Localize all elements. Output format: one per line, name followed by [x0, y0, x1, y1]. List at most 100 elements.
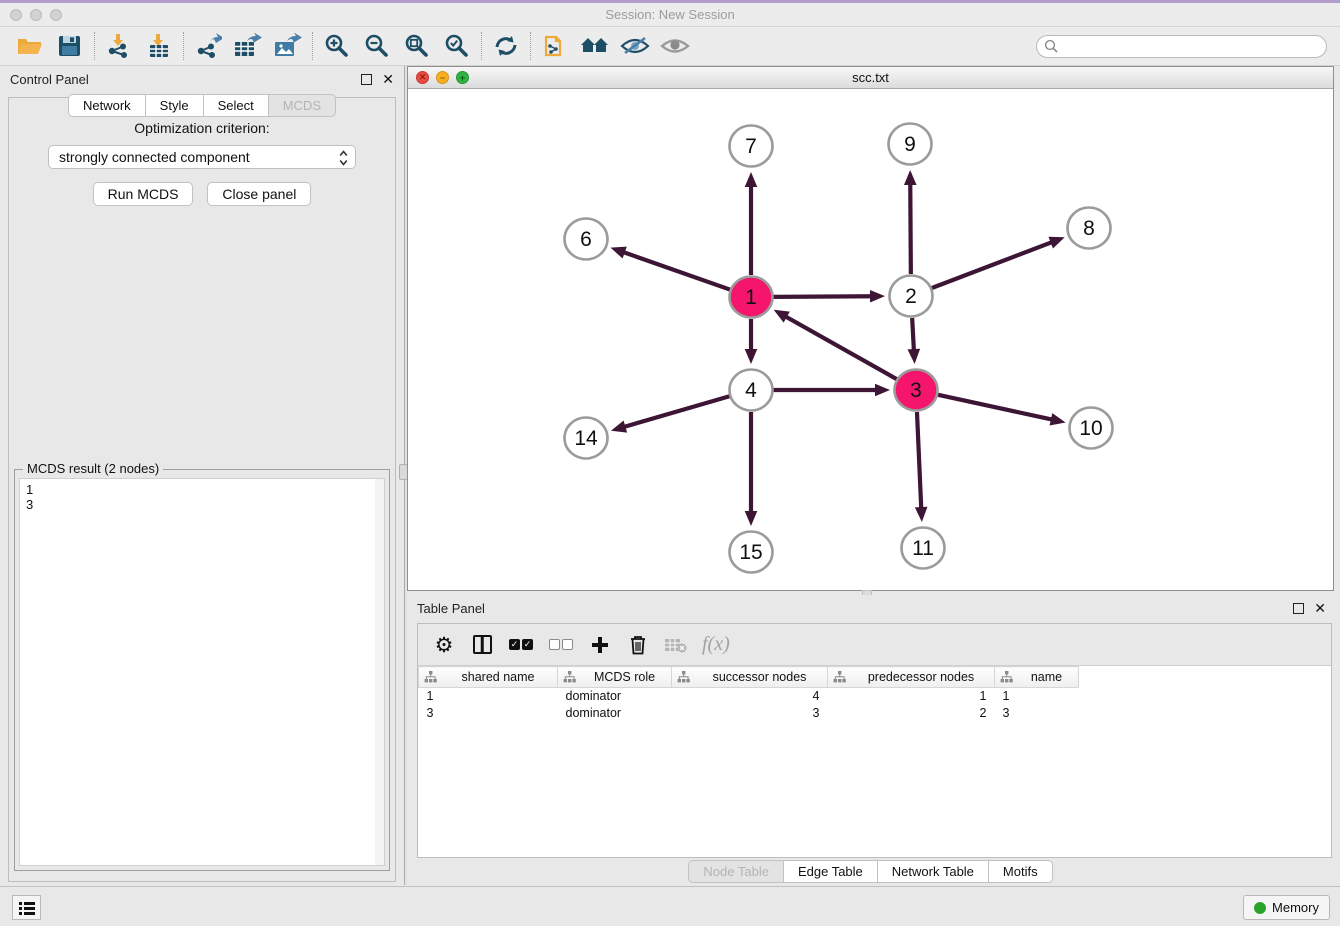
delete-column-trash-icon[interactable] [626, 631, 650, 659]
task-history-button[interactable] [12, 895, 41, 920]
zoom-selected-icon[interactable] [437, 30, 477, 62]
apply-layout-icon[interactable] [486, 30, 526, 62]
mcds-result-text[interactable]: 1 3 [19, 478, 385, 866]
graph-node-8[interactable]: 8 [1068, 208, 1111, 249]
table-cell[interactable]: dominator [558, 688, 672, 705]
zoom-fit-icon[interactable] [397, 30, 437, 62]
column-header-name[interactable]: name [995, 667, 1079, 688]
network-canvas[interactable]: 7 9 6 8 1 2 4 3 14 10 15 11 [408, 89, 1333, 590]
graph-node-9[interactable]: 9 [889, 124, 932, 165]
column-header-MCDS-role[interactable]: MCDS role [558, 667, 672, 688]
table-row[interactable]: 3dominator323 [419, 705, 1079, 722]
tab-mcds[interactable]: MCDS [268, 94, 336, 117]
import-network-icon[interactable] [99, 30, 139, 62]
table-cell[interactable]: 1 [995, 688, 1079, 705]
zoom-in-icon[interactable] [317, 30, 357, 62]
edge-3-10[interactable] [937, 395, 1053, 420]
show-all-eye-icon[interactable] [655, 30, 695, 62]
float-table-panel-icon[interactable] [1293, 603, 1304, 614]
edge-1-6[interactable] [622, 252, 730, 290]
column-selector-icon[interactable] [470, 631, 494, 659]
table-toolbar: ⚙ ✓✓ f(x) [418, 624, 1331, 666]
close-panel-icon[interactable]: ✕ [382, 74, 394, 85]
edge-3-1[interactable] [784, 316, 897, 380]
memory-status-icon [1254, 902, 1266, 914]
run-mcds-button[interactable]: Run MCDS [93, 182, 194, 206]
graph-node-6[interactable]: 6 [565, 219, 608, 260]
titlebar: Session: New Session [0, 3, 1340, 27]
zoom-window-icon[interactable] [50, 9, 62, 21]
graph-node-1[interactable]: 1 [730, 277, 773, 318]
column-header-shared-name[interactable]: shared name [419, 667, 558, 688]
tab-select[interactable]: Select [203, 94, 268, 117]
tab-network[interactable]: Network [68, 94, 145, 117]
tab-motifs[interactable]: Motifs [988, 860, 1053, 883]
graph-node-11[interactable]: 11 [902, 528, 945, 569]
export-image-icon[interactable] [268, 30, 308, 62]
export-table-icon[interactable] [228, 30, 268, 62]
column-header-predecessor-nodes[interactable]: predecessor nodes [828, 667, 995, 688]
zoom-out-icon[interactable] [357, 30, 397, 62]
table-cell[interactable]: dominator [558, 705, 672, 722]
graph-node-10[interactable]: 10 [1070, 408, 1113, 449]
network-overview-icon[interactable] [535, 30, 575, 62]
control-panel-header: Control Panel ✕ [0, 66, 404, 92]
frame-maximize-icon[interactable]: + [456, 71, 469, 84]
select-all-checkboxes-icon[interactable]: ✓✓ [508, 631, 534, 659]
criterion-select[interactable]: strongly connected component [48, 145, 356, 169]
edge-3-11[interactable] [917, 412, 921, 510]
save-session-icon[interactable] [50, 30, 90, 62]
frame-close-icon[interactable]: ✕ [416, 71, 429, 84]
open-session-icon[interactable] [10, 30, 50, 62]
float-panel-icon[interactable] [361, 74, 372, 85]
edge-2-8[interactable] [932, 242, 1054, 289]
network-frame-titlebar[interactable]: ✕ − + scc.txt [408, 67, 1333, 89]
edge-2-3[interactable] [912, 318, 914, 352]
delete-table-icon-disabled [664, 631, 688, 659]
edge-2-9[interactable] [910, 182, 911, 274]
network-graph[interactable]: 7 9 6 8 1 2 4 3 14 10 15 11 [408, 89, 1333, 590]
graph-node-3[interactable]: 3 [895, 370, 938, 411]
table-cell[interactable]: 4 [672, 688, 828, 705]
window-title: Session: New Session [0, 3, 1340, 26]
node-table[interactable]: shared nameMCDS rolesuccessor nodesprede… [418, 666, 1079, 722]
table-cell[interactable]: 1 [828, 688, 995, 705]
memory-button[interactable]: Memory [1243, 895, 1330, 920]
graph-node-2[interactable]: 2 [890, 276, 933, 317]
search-input[interactable] [1036, 35, 1327, 58]
frame-minimize-icon[interactable]: − [436, 71, 449, 84]
result-scrollbar[interactable] [375, 479, 384, 865]
import-table-icon[interactable] [139, 30, 179, 62]
table-settings-gear-icon[interactable]: ⚙ [432, 631, 456, 659]
table-row[interactable]: 1dominator411 [419, 688, 1079, 705]
edge-arrowhead [745, 349, 758, 364]
add-column-plus-icon[interactable] [588, 631, 612, 659]
hide-selected-eye-icon[interactable] [615, 30, 655, 62]
close-panel-button[interactable]: Close panel [207, 182, 311, 206]
close-table-panel-icon[interactable]: ✕ [1314, 603, 1326, 614]
home-icon[interactable] [575, 30, 615, 62]
table-cell[interactable]: 1 [419, 688, 558, 705]
tab-style[interactable]: Style [145, 94, 203, 117]
edge-1-2[interactable] [773, 296, 873, 297]
table-cell[interactable]: 2 [828, 705, 995, 722]
table-cell[interactable]: 3 [672, 705, 828, 722]
deselect-all-checkboxes-icon[interactable] [548, 631, 574, 659]
table-cell[interactable]: 3 [995, 705, 1079, 722]
graph-node-14[interactable]: 14 [565, 418, 608, 459]
graph-node-7[interactable]: 7 [730, 126, 773, 167]
tab-edge-table[interactable]: Edge Table [783, 860, 877, 883]
toolbar-separator [312, 32, 313, 60]
column-header-successor-nodes[interactable]: successor nodes [672, 667, 828, 688]
window-traffic-lights[interactable] [10, 9, 62, 21]
table-cell[interactable]: 3 [419, 705, 558, 722]
tab-node-table[interactable]: Node Table [688, 860, 783, 883]
edge-4-14[interactable] [622, 396, 729, 427]
tab-network-table[interactable]: Network Table [877, 860, 988, 883]
close-window-icon[interactable] [10, 9, 22, 21]
export-network-icon[interactable] [188, 30, 228, 62]
minimize-window-icon[interactable] [30, 9, 42, 21]
edge-arrowhead [875, 384, 890, 397]
graph-node-15[interactable]: 15 [730, 532, 773, 573]
graph-node-4[interactable]: 4 [730, 370, 773, 411]
